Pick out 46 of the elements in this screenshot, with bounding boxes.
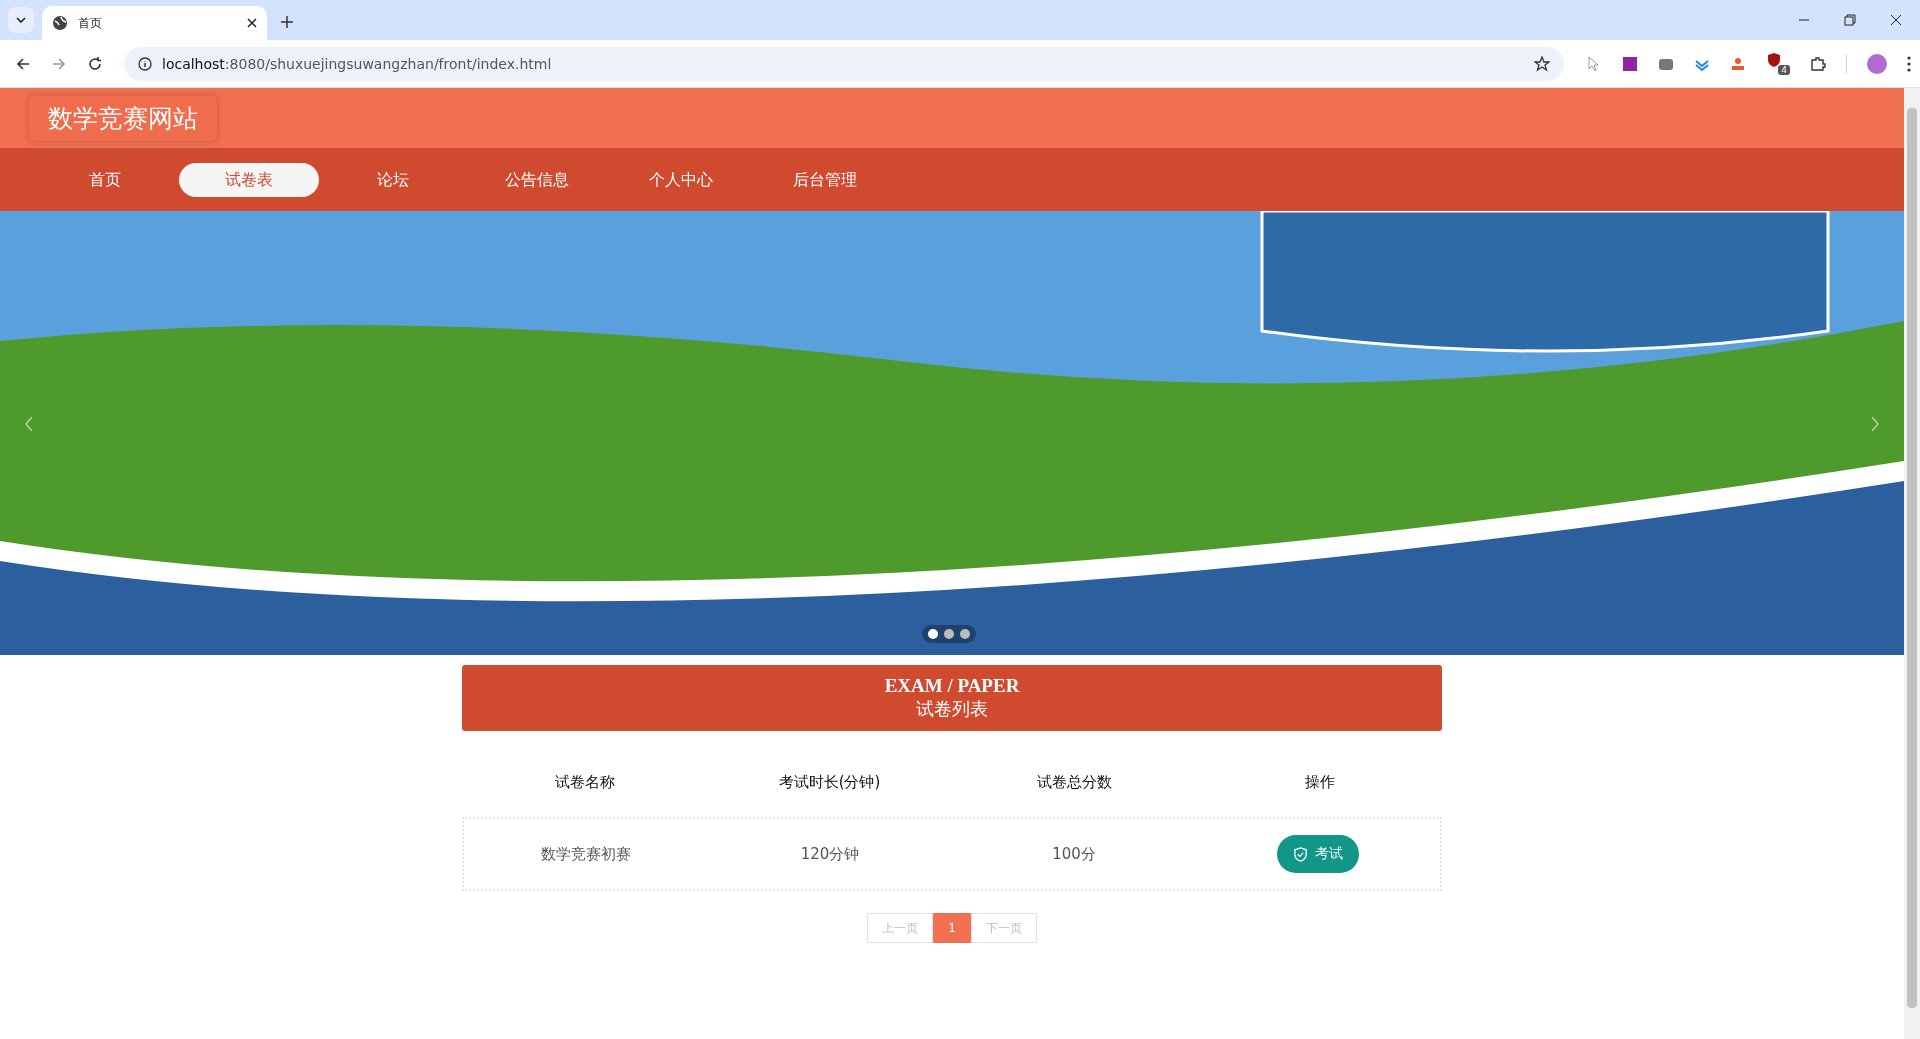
- nav-link[interactable]: 后台管理: [755, 162, 895, 197]
- shield-check-icon: [1293, 846, 1308, 862]
- menu-icon[interactable]: [1907, 55, 1911, 72]
- tab-title: 首页: [78, 14, 103, 32]
- extension-icon[interactable]: [1622, 55, 1638, 72]
- shield-icon: [1766, 52, 1782, 68]
- new-tab-icon[interactable]: [281, 16, 293, 28]
- info-icon: [138, 56, 152, 71]
- section-title: 试卷列表: [916, 697, 988, 721]
- nav-link[interactable]: 个人中心: [611, 162, 751, 197]
- puzzle-icon[interactable]: [1810, 55, 1826, 72]
- nav-link[interactable]: 首页: [35, 162, 175, 197]
- nav-link[interactable]: 论坛: [323, 162, 463, 197]
- tab-list-button[interactable]: [8, 7, 34, 33]
- column-header: 试卷名称: [553, 772, 616, 792]
- table-cell-text: 120分钟: [799, 844, 861, 864]
- restore-icon[interactable]: [1844, 14, 1856, 26]
- close-icon[interactable]: [1890, 14, 1902, 26]
- table-cell-text: 数学竞赛初赛: [540, 844, 632, 864]
- shield-extension-button[interactable]: 4: [1766, 52, 1790, 75]
- close-icon[interactable]: [247, 18, 257, 28]
- nav-link[interactable]: 试卷表: [179, 162, 319, 197]
- reload-icon[interactable]: [88, 56, 102, 71]
- forward-icon[interactable]: [52, 56, 66, 71]
- carousel-dot[interactable]: [928, 629, 938, 639]
- star-icon[interactable]: [1534, 55, 1550, 72]
- table-cell-text: 100分: [1051, 844, 1097, 864]
- column-header: 考试时长(分钟): [777, 772, 882, 792]
- carousel-dot[interactable]: [960, 629, 970, 639]
- column-header: 试卷总分数: [1036, 772, 1113, 792]
- column-header: 操作: [1303, 772, 1336, 792]
- extension-icon[interactable]: [1730, 55, 1746, 72]
- exam-button[interactable]: 考试: [1277, 835, 1359, 873]
- browser-tab[interactable]: 首页: [42, 6, 267, 40]
- nav-link[interactable]: 公告信息: [467, 162, 607, 197]
- extension-badge: 4: [1778, 65, 1790, 75]
- page-number-button[interactable]: 1: [933, 913, 971, 943]
- globe-icon: [52, 15, 68, 31]
- chevron-down-icon: [16, 17, 26, 23]
- address-bar[interactable]: localhost:8080/shuxuejingsuwangzhan/front/index.html: [124, 46, 1564, 81]
- carousel-dot[interactable]: [944, 629, 954, 639]
- section-title-english: EXAM / PAPER: [884, 675, 1020, 697]
- scrollbar[interactable]: [1904, 88, 1920, 1039]
- site-title[interactable]: 数学竞赛网站: [29, 95, 217, 141]
- back-icon[interactable]: [16, 56, 30, 71]
- profile-avatar[interactable]: [1867, 53, 1887, 74]
